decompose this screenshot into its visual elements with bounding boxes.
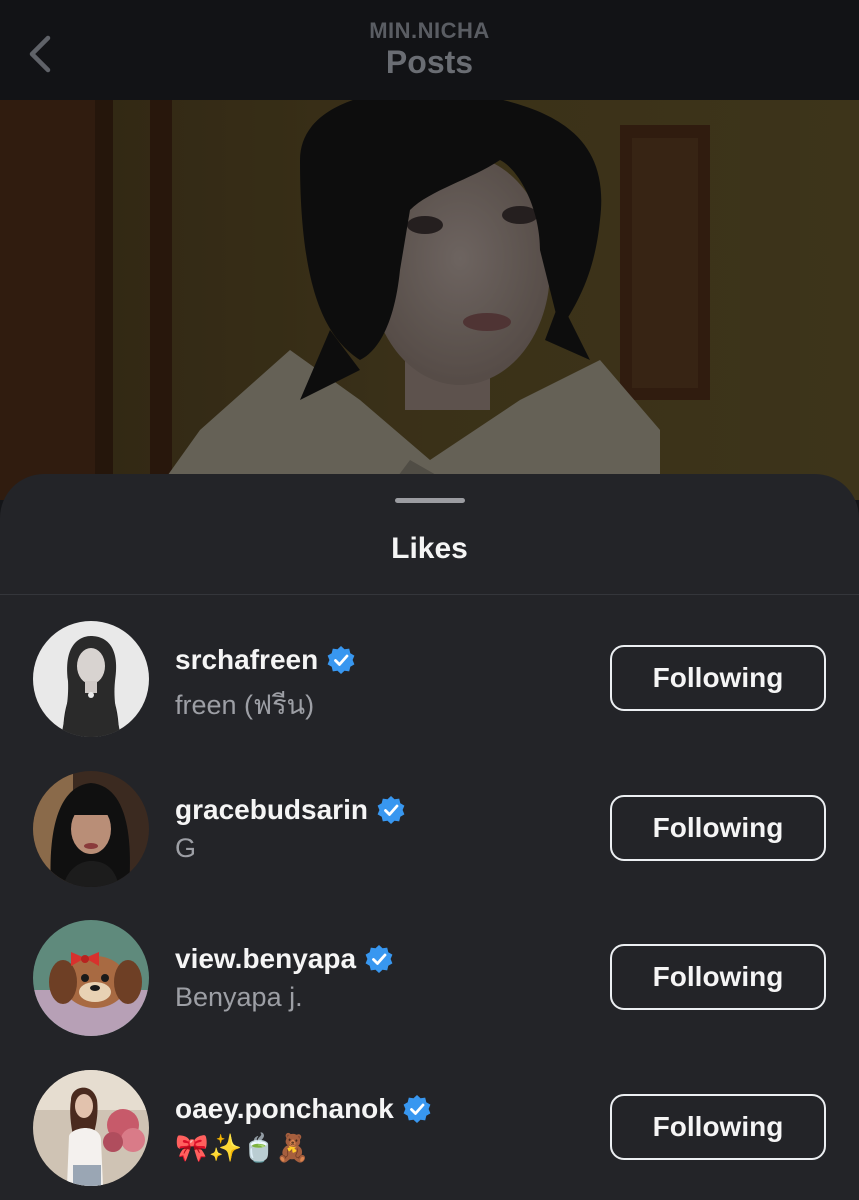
username-link[interactable]: srchafreen (175, 644, 318, 676)
post-photo (0, 100, 859, 500)
username-link[interactable]: gracebudsarin (175, 794, 368, 826)
following-button[interactable]: Following (610, 645, 826, 711)
following-button[interactable]: Following (610, 1094, 826, 1160)
page-title: Posts (385, 44, 474, 80)
avatar[interactable] (33, 920, 149, 1036)
user-info: view.benyapa Benyapa j. (175, 940, 595, 1013)
verified-badge-icon (364, 944, 394, 974)
following-button[interactable]: Following (610, 795, 826, 861)
likes-sheet: Likes srchafreen freen (ฟรีน) Following … (0, 474, 859, 1200)
full-name: 🎀✨🍵🧸 (175, 1133, 310, 1163)
header-username: MIN.NICHA (369, 18, 490, 43)
username-link[interactable]: oaey.ponchanok (175, 1093, 394, 1125)
user-info: gracebudsarin G (175, 791, 595, 864)
like-row-srchafreen[interactable]: srchafreen freen (ฟรีน) Following (0, 621, 859, 751)
verified-badge-icon (402, 1094, 432, 1124)
verified-badge-icon (326, 645, 356, 675)
top-navigation-bar: MIN.NICHA Posts (0, 0, 859, 100)
following-button[interactable]: Following (610, 944, 826, 1010)
sheet-title: Likes (391, 532, 468, 565)
username-link[interactable]: view.benyapa (175, 943, 356, 975)
verified-badge-icon (376, 795, 406, 825)
sheet-grabber[interactable] (395, 498, 465, 503)
like-row-view-benyapa[interactable]: view.benyapa Benyapa j. Following (0, 920, 859, 1050)
like-row-oaey-ponchanok[interactable]: oaey.ponchanok 🎀✨🍵🧸 Following (0, 1070, 859, 1200)
avatar[interactable] (33, 621, 149, 737)
full-name: G (175, 833, 197, 863)
user-info: srchafreen freen (ฟรีน) (175, 641, 595, 726)
sheet-divider (0, 594, 859, 595)
full-name: Benyapa j. (175, 982, 303, 1012)
user-info: oaey.ponchanok 🎀✨🍵🧸 (175, 1090, 595, 1164)
avatar[interactable] (33, 1070, 149, 1186)
full-name: freen (ฟรีน) (175, 690, 315, 720)
likes-screen: MIN.NICHA Posts Likes srchafreen freen (… (0, 0, 859, 1200)
avatar[interactable] (33, 771, 149, 887)
like-row-gracebudsarin[interactable]: gracebudsarin G Following (0, 771, 859, 901)
